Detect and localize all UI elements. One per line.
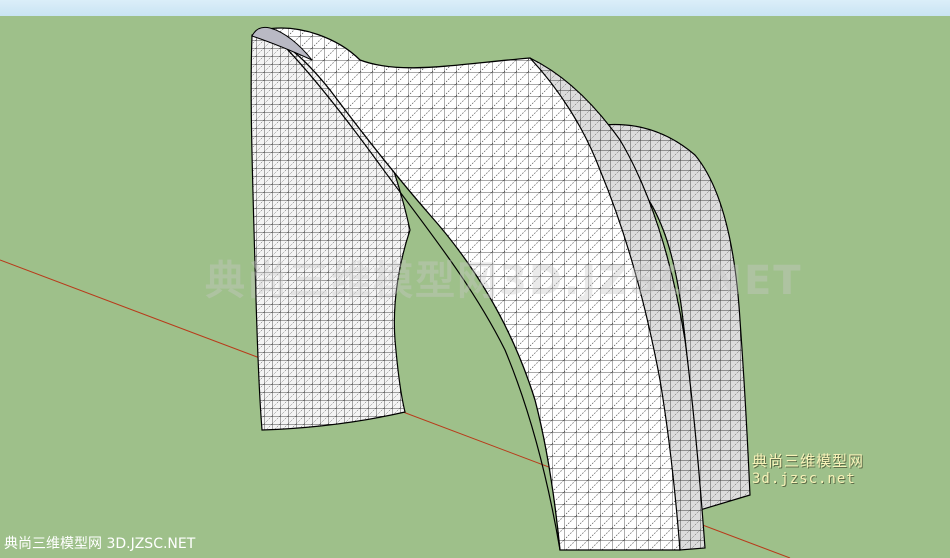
corner-watermark-url: 3d.jzsc.net	[752, 471, 856, 487]
sketchup-viewport-window: 典尚三维模型网3D.JZSC.NET 典尚三维模型网 3d.jzsc.net 典…	[0, 0, 950, 558]
corner-watermark-title: 典尚三维模型网	[752, 452, 865, 470]
center-watermark: 典尚三维模型网3D.JZSC.NET	[205, 258, 803, 304]
corner-watermark: 典尚三维模型网 3d.jzsc.net	[752, 452, 864, 488]
bottom-watermark: 典尚三维模型网 3D.JZSC.NET	[4, 536, 196, 552]
